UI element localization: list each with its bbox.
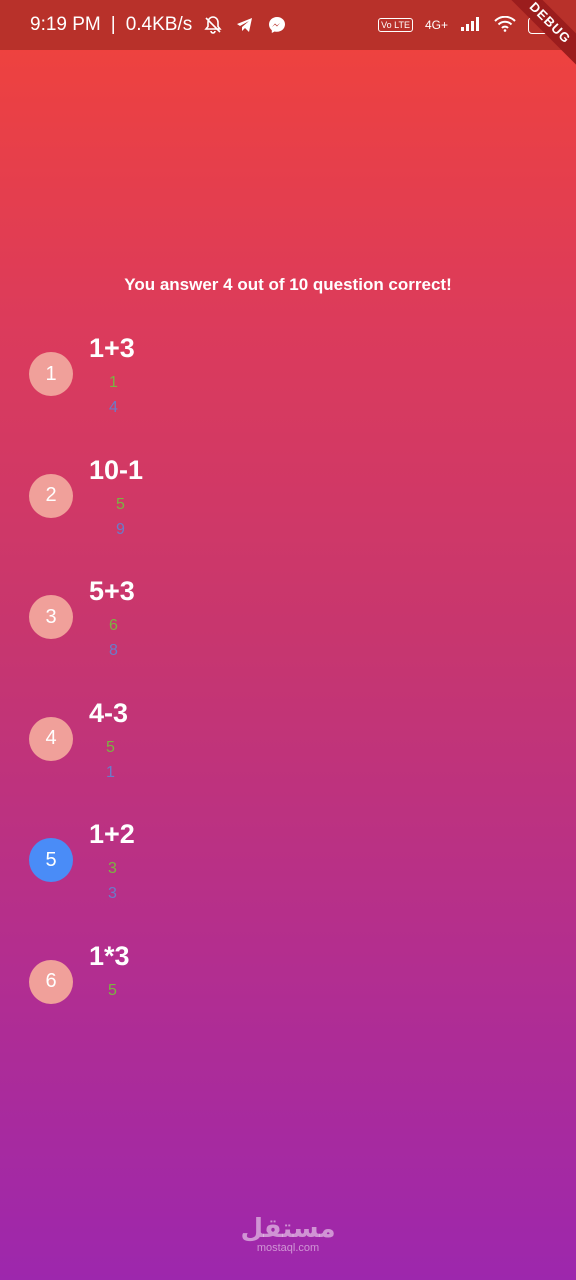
status-left: 9:19 PM | 0.4KB/s: [30, 14, 288, 36]
user-answer: 5: [108, 981, 117, 999]
question-number-circle: 3: [29, 595, 73, 639]
network-type: 4G+: [424, 18, 448, 32]
user-answer: 5: [116, 495, 125, 513]
question-item: 6 1*3 5: [0, 938, 576, 1060]
question-text: 4-3: [89, 697, 129, 728]
question-item: 3 5+3 6 8: [0, 573, 576, 695]
correct-answer: 1: [106, 763, 115, 781]
watermark: مستقل mostaql.com: [0, 1214, 576, 1254]
status-speed: 0.4KB/s: [125, 14, 193, 35]
bell-off-icon: [202, 14, 224, 36]
question-number-circle: 6: [29, 959, 73, 1004]
question-list: 1 1+3 1 4 2 10-1 5 9 3 5+3 6 8 4 4-3 5 1…: [0, 330, 576, 1059]
correct-answer: 9: [116, 520, 125, 538]
question-text: 1+3: [89, 333, 135, 363]
telegram-icon: [234, 14, 256, 36]
correct-answer: 8: [109, 642, 118, 659]
question-text: 1+2: [89, 819, 135, 849]
question-text: 5+3: [89, 576, 135, 606]
status-bar: 9:19 PM | 0.4KB/s Vo LTE 4G+ 40: [0, 0, 576, 50]
user-answer: 5: [106, 738, 115, 756]
question-text: 1*3: [89, 940, 130, 971]
question-item: 5 1+2 3 3: [0, 816, 576, 938]
signal-icon: [460, 16, 482, 35]
user-answer: 1: [109, 374, 118, 391]
question-item: 2 10-1 5 9: [0, 452, 576, 574]
score-text: You answer 4 out of 10 question correct!: [124, 275, 452, 294]
user-answer: 6: [109, 617, 118, 634]
question-item: 4 4-3 5 1: [0, 695, 576, 817]
status-separator: |: [110, 14, 116, 35]
question-number-circle: 5: [29, 838, 73, 882]
messenger-icon: [266, 14, 288, 36]
correct-answer: 4: [109, 399, 118, 416]
question-number-circle: 2: [29, 473, 73, 518]
question-item: 1 1+3 1 4: [0, 330, 576, 452]
question-text: 10-1: [89, 454, 144, 485]
watermark-url: mostaql.com: [256, 1242, 320, 1254]
question-number-circle: 4: [29, 716, 73, 761]
correct-answer: 3: [108, 885, 117, 902]
wifi-icon: [494, 15, 516, 35]
question-number-circle: 1: [29, 352, 73, 396]
status-time: 9:19 PM: [30, 14, 101, 35]
volte-indicator: Vo LTE: [378, 18, 413, 32]
watermark-arabic: مستقل: [240, 1213, 336, 1243]
user-answer: 3: [108, 860, 117, 877]
